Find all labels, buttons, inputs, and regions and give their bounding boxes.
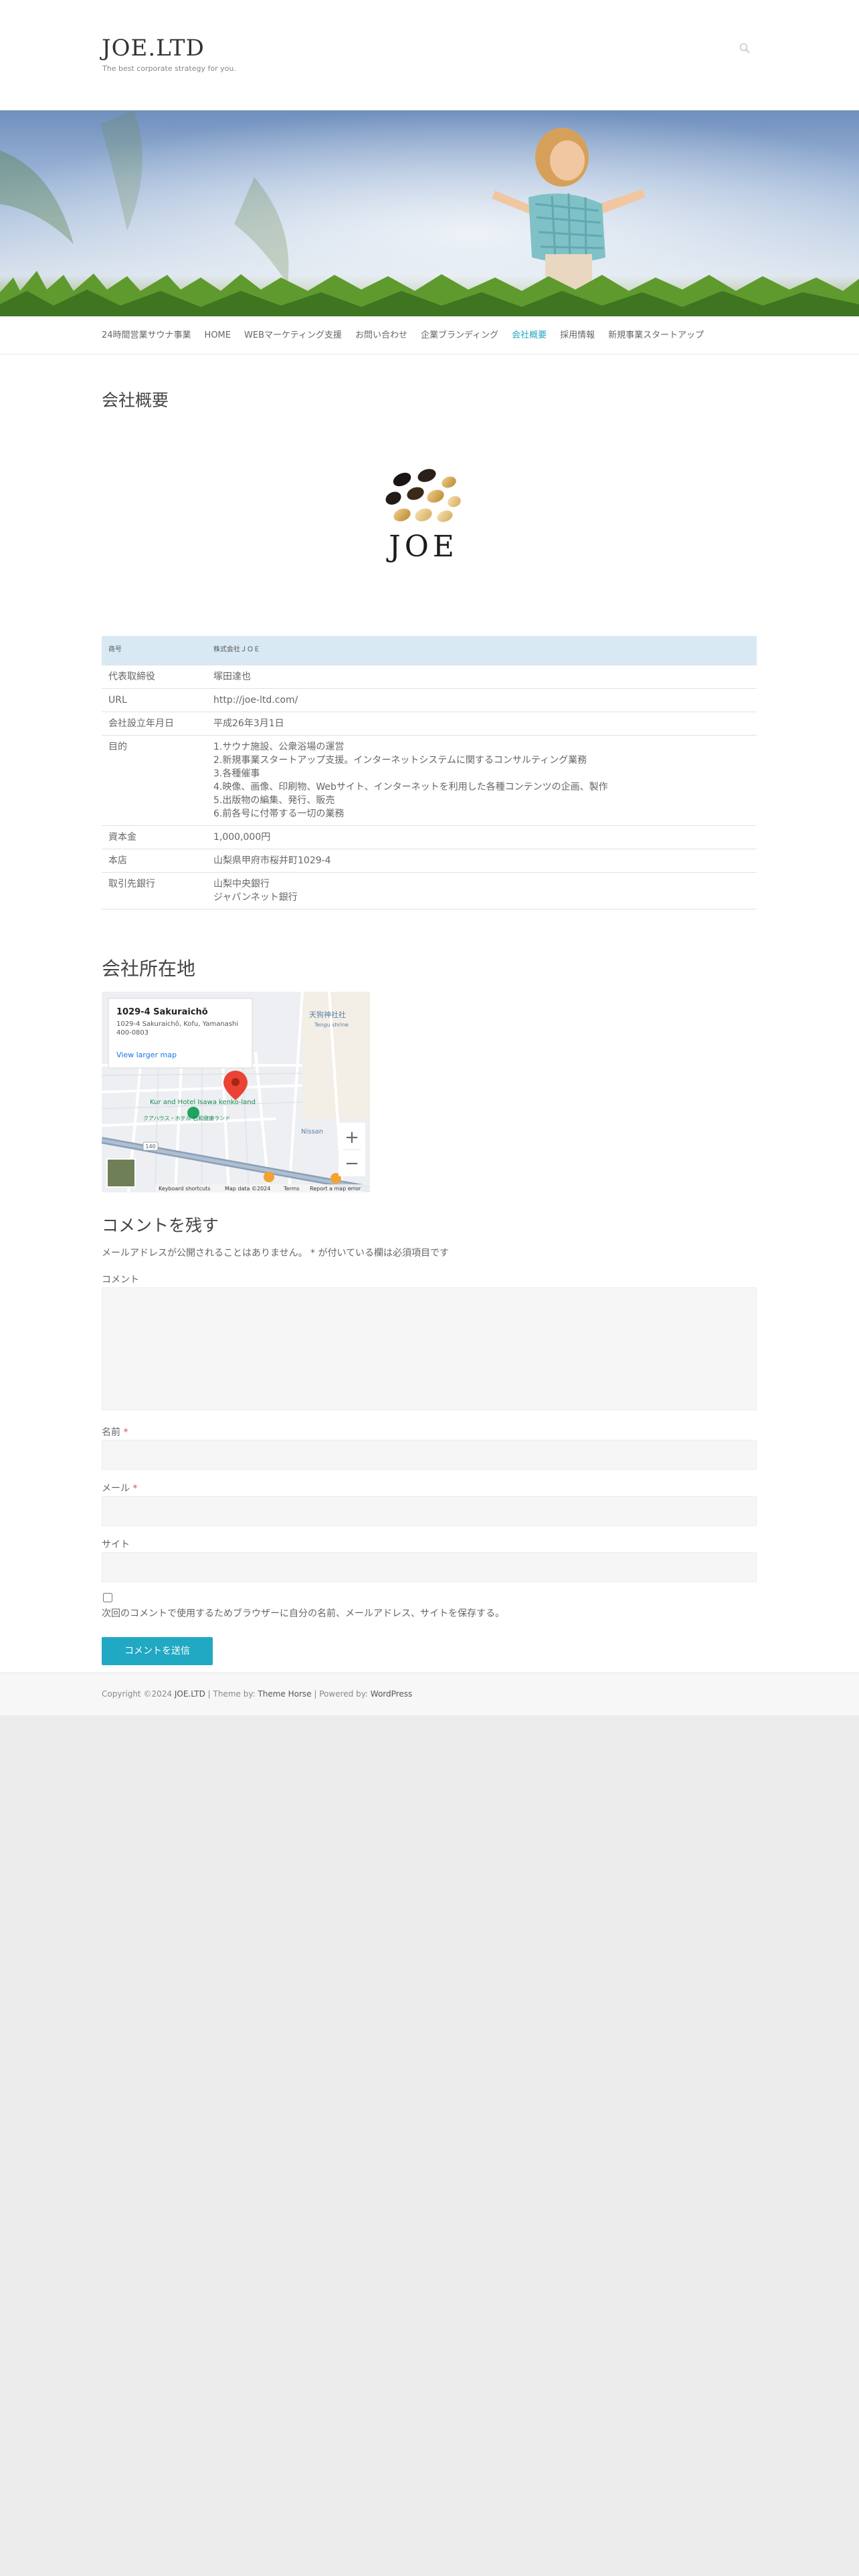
nav-item-startup[interactable]: 新規事業スタートアップ xyxy=(608,318,704,354)
site-footer: Copyright ©2024 JOE.LTD | Theme by: Them… xyxy=(0,1673,859,1715)
required-mark: * xyxy=(123,1427,128,1438)
table-row: 本店 山梨県甲府市桜井町1029-4 xyxy=(102,849,757,873)
map-report-error-link[interactable]: Report a map error xyxy=(310,1186,361,1192)
table-key: 目的 xyxy=(102,735,207,826)
submit-comment-button[interactable]: コメントを送信 xyxy=(102,1637,213,1665)
table-value: 山梨県甲府市桜井町1029-4 xyxy=(207,849,757,873)
map-place-hotel: Kur and Hotel Isawa kenko-land xyxy=(150,1099,256,1106)
satellite-toggle[interactable] xyxy=(106,1158,136,1188)
table-row: 代表取締役 塚田達也 xyxy=(102,665,757,689)
company-info-table: 商号 株式会社ＪＯＥ 代表取締役 塚田達也 URL http://joe-ltd… xyxy=(102,636,757,909)
email-label-text: メール xyxy=(102,1483,130,1494)
nav-item-web-marketing[interactable]: WEBマーケティング支援 xyxy=(244,318,342,354)
nav-item-home[interactable]: HOME xyxy=(205,318,231,354)
zoom-out-button[interactable]: − xyxy=(345,1154,359,1174)
required-mark: * xyxy=(132,1483,138,1494)
table-value-trade-name: 株式会社ＪＯＥ xyxy=(207,636,757,665)
map-road-label: 140 xyxy=(145,1144,155,1150)
footer-copyright: Copyright ©2024 xyxy=(102,1689,172,1699)
table-row: 資本金 1,000,000円 xyxy=(102,825,757,849)
zoom-in-button[interactable]: + xyxy=(345,1128,359,1148)
comment-label: コメント xyxy=(102,1275,139,1285)
page-title: 会社概要 xyxy=(102,391,169,410)
table-row: 会社設立年月日 平成26年3月1日 xyxy=(102,712,757,736)
name-label: 名前 * xyxy=(102,1425,128,1438)
table-value: 山梨中央銀行 ジャパンネット銀行 xyxy=(207,872,757,909)
comment-notice: メールアドレスが公開されることはありません。 * が付いている欄は必須項目です xyxy=(102,1248,450,1259)
table-key: 本店 xyxy=(102,849,207,873)
nav-item-sauna[interactable]: 24時間営業サウナ事業 xyxy=(102,318,191,354)
table-key: 会社設立年月日 xyxy=(102,712,207,736)
site-input[interactable] xyxy=(102,1552,757,1582)
footer-site-link[interactable]: JOE.LTD xyxy=(175,1689,205,1699)
joe-logo: JOE xyxy=(385,469,461,564)
site-label: サイト xyxy=(102,1539,130,1550)
footer-theme-link[interactable]: Theme Horse xyxy=(258,1689,311,1699)
comment-textarea[interactable] xyxy=(102,1287,757,1410)
purpose-list: 1.サウナ施設、公衆浴場の運営 2.新規事業スタートアップ支援。インターネットシ… xyxy=(213,741,608,819)
comment-heading: コメントを残す xyxy=(102,1216,219,1235)
search-icon[interactable] xyxy=(739,42,751,54)
map-place-shrine-sub: Tengu shrine xyxy=(314,1022,349,1028)
table-key: 取引先銀行 xyxy=(102,872,207,909)
table-row: URL http://joe-ltd.com/ xyxy=(102,688,757,712)
save-info-checkbox[interactable] xyxy=(103,1593,112,1602)
name-input[interactable] xyxy=(102,1440,757,1470)
email-label: メール * xyxy=(102,1481,137,1495)
nav-item-contact[interactable]: お問い合わせ xyxy=(355,318,407,354)
joe-logo-text: JOE xyxy=(386,530,458,564)
map-card-title: 1029-4 Sakuraichō xyxy=(116,1007,208,1017)
map-canvas[interactable]: 140 Kur and Hotel Isawa kenko-land クアハウス… xyxy=(102,992,370,1192)
footer-credits: Copyright ©2024 JOE.LTD | Theme by: Them… xyxy=(102,1689,412,1699)
nav-item-recruit[interactable]: 採用情報 xyxy=(560,318,595,354)
map-place-shrine: 天狗神社社 xyxy=(309,1010,346,1019)
email-input[interactable] xyxy=(102,1496,757,1526)
map-terms-link[interactable]: Terms xyxy=(283,1186,300,1192)
table-key: 代表取締役 xyxy=(102,665,207,689)
hero-image xyxy=(0,110,859,316)
map-keyboard-shortcuts[interactable]: Keyboard shortcuts xyxy=(159,1186,210,1192)
food-poi-icon[interactable] xyxy=(264,1172,274,1182)
embedded-map[interactable]: 140 Kur and Hotel Isawa kenko-land クアハウス… xyxy=(102,992,370,1192)
table-key: URL xyxy=(102,688,207,712)
table-row: 目的 1.サウナ施設、公衆浴場の運営 2.新規事業スタートアップ支援。インターネ… xyxy=(102,735,757,826)
table-value: 1,000,000円 xyxy=(207,825,757,849)
table-row: 取引先銀行 山梨中央銀行 ジャパンネット銀行 xyxy=(102,872,757,909)
nav-item-branding[interactable]: 企業ブランディング xyxy=(421,318,498,354)
nav-menu: 24時間営業サウナ事業 HOME WEBマーケティング支援 お問い合わせ 企業ブ… xyxy=(102,318,717,354)
site-tagline: The best corporate strategy for you. xyxy=(102,64,236,73)
page: JOE.LTD The best corporate strategy for … xyxy=(0,0,859,1715)
table-key: 資本金 xyxy=(102,825,207,849)
bank-list: 山梨中央銀行 ジャパンネット銀行 xyxy=(213,878,298,903)
site-title[interactable]: JOE.LTD xyxy=(102,35,205,62)
save-info-label[interactable]: 次回のコメントで使用するためブラウザーに自分の名前、メールアドレス、サイトを保存… xyxy=(102,1606,504,1620)
map-card-address: 1029-4 Sakuraichō, Kofu, Yamanashi 400-0… xyxy=(116,1021,239,1037)
view-larger-map-link[interactable]: View larger map xyxy=(116,1051,177,1059)
table-value: 平成26年3月1日 xyxy=(207,712,757,736)
nav-item-company-overview[interactable]: 会社概要 xyxy=(512,318,547,354)
hero-illustration xyxy=(0,110,859,316)
table-header-row: 商号 株式会社ＪＯＥ xyxy=(102,636,757,665)
table-value: 塚田達也 xyxy=(207,665,757,689)
map-place-nissan: Nissan xyxy=(301,1128,323,1136)
footer-theme-prefix: | Theme by: xyxy=(207,1689,256,1699)
table-key-trade-name: 商号 xyxy=(102,636,207,665)
main-navigation: 24時間営業サウナ事業 HOME WEBマーケティング支援 お問い合わせ 企業ブ… xyxy=(0,317,859,354)
footer-powered-prefix: | Powered by: xyxy=(314,1689,368,1699)
footer-wordpress-link[interactable]: WordPress xyxy=(371,1689,412,1699)
name-label-text: 名前 xyxy=(102,1427,120,1438)
map-place-hotel-sub: クアハウス・ホテル 石和健康ランド xyxy=(143,1115,230,1121)
table-value: 1.サウナ施設、公衆浴場の運営 2.新規事業スタートアップ支援。インターネットシ… xyxy=(207,735,757,826)
map-data-credit: Map data ©2024 xyxy=(225,1186,270,1192)
table-value-url[interactable]: http://joe-ltd.com/ xyxy=(207,688,757,712)
location-heading: 会社所在地 xyxy=(102,958,196,980)
